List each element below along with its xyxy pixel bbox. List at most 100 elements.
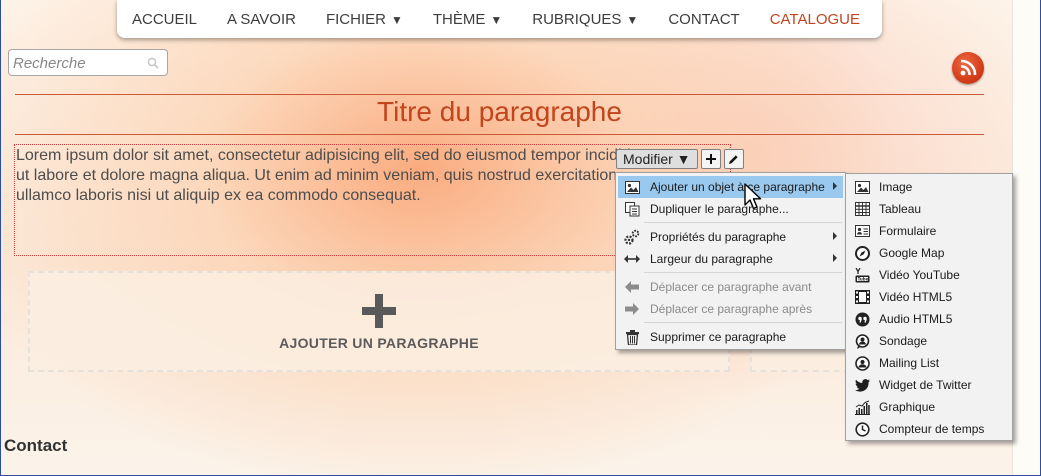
pencil-icon [729,154,738,164]
image-icon [624,179,640,195]
submenu-item-label: Vidéo HTML5 [879,290,953,304]
submenu-arrow-icon [833,254,837,262]
mailing-list-icon [854,355,870,371]
plus-icon [705,154,716,164]
menu-item-label: Ajouter un objet à ce paragraphe [650,180,825,194]
caret-down-icon: ▼ [490,12,503,27]
nav-item-rubriques[interactable]: RUBRIQUES ▼ [532,11,638,28]
submenu-item-tableau[interactable]: Tableau [848,198,1010,220]
submenu-item-audio-html5[interactable]: Audio HTML5 [848,308,1010,330]
menu-item-width[interactable]: Largeur du paragraphe [618,248,843,270]
submenu-item-formulaire[interactable]: Formulaire [848,220,1010,242]
paragraph-context-menu: Ajouter un objet à ce paragraphe Dupliqu… [615,172,846,350]
submenu-item-label: Graphique [879,400,936,414]
menu-item-label: Déplacer ce paragraphe après [650,302,813,316]
submenu-item-label: Vidéo YouTube [879,268,960,282]
quote-icon [854,311,870,327]
modifier-button[interactable]: Modifier ▼ [616,149,698,169]
right-side-panel [1012,0,1041,476]
submenu-item-label: Sondage [879,334,928,348]
menu-item-properties[interactable]: Propriétés du paragraphe [618,226,843,248]
nav-item-fichier[interactable]: FICHIER ▼ [326,11,403,28]
twitter-icon [854,377,870,393]
submenu-item-label: Widget de Twitter [879,378,972,392]
edit-pencil-button[interactable] [723,149,744,169]
submenu-item-label: Formulaire [879,224,937,238]
menu-separator [644,322,842,323]
rss-icon[interactable] [952,52,984,84]
nav-label: FICHIER [325,10,386,28]
menu-item-label: Largeur du paragraphe [650,252,773,266]
youtube-icon: Tube [854,267,870,283]
submenu-item-twitter[interactable]: Widget de Twitter [848,374,1010,396]
submenu-item-mailing-list[interactable]: Mailing List [848,352,1010,374]
submenu-item-compteur[interactable]: Compteur de temps [848,418,1010,440]
search-box [8,49,168,76]
submenu-item-video-youtube[interactable]: Tube Vidéo YouTube [848,264,1010,286]
submenu-item-video-html5[interactable]: Vidéo HTML5 [848,286,1010,308]
menu-separator [644,222,842,223]
width-arrows-icon [624,251,640,267]
menu-item-label: Supprimer ce paragraphe [650,330,787,344]
submenu-item-google-map[interactable]: Google Map [848,242,1010,264]
gears-icon [624,229,640,245]
compass-icon [854,245,870,261]
table-icon [854,201,870,217]
menu-item-move-before[interactable]: Déplacer ce paragraphe avant [618,276,843,298]
arrow-left-icon [624,279,640,295]
form-icon [854,223,870,239]
menu-item-delete[interactable]: Supprimer ce paragraphe [618,326,843,348]
divider-top [15,94,984,95]
menu-item-move-after[interactable]: Déplacer ce paragraphe après [618,298,843,320]
duplicate-icon [624,201,640,217]
divider-bottom [15,134,984,135]
menu-item-add-object[interactable]: Ajouter un objet à ce paragraphe [618,176,843,198]
caret-down-icon: ▼ [390,12,403,27]
menu-item-duplicate[interactable]: Dupliquer le paragraphe... [618,198,843,220]
submenu-item-sondage[interactable]: Sondage [848,330,1010,352]
mouse-cursor-icon [744,183,762,216]
submenu-item-label: Image [879,180,913,194]
submenu-item-label: Tableau [879,202,922,216]
add-plus-icon[interactable] [362,294,396,333]
menu-item-label: Déplacer ce paragraphe avant [650,280,812,294]
film-icon [854,289,870,305]
nav-item-theme[interactable]: THÈME ▼ [433,11,502,28]
submenu-item-label: Compteur de temps [879,422,985,436]
submenu-item-label: Audio HTML5 [879,312,953,326]
search-icon[interactable] [147,56,159,74]
nav-label: THÈME [432,10,486,28]
picture-icon [854,179,870,195]
nav-label: RUBRIQUES [532,10,622,28]
top-navigation: ACCUEIL A SAVOIR FICHIER ▼ THÈME ▼ RUBRIQU… [117,0,882,38]
menu-item-label: Dupliquer le paragraphe... [650,202,789,216]
trash-icon [624,329,640,345]
nav-item-a-savoir[interactable]: A SAVOIR [227,11,296,28]
arrow-right-icon [624,301,640,317]
submenu-arrow-icon [833,182,837,190]
paragraph-title[interactable]: Titre du paragraphe [15,96,984,128]
chart-icon [854,399,870,415]
add-object-submenu: Image Tableau Formulaire Google Map Tube… [845,173,1013,441]
clock-icon [854,421,870,437]
submenu-item-image[interactable]: Image [848,176,1010,198]
submenu-item-label: Mailing List [879,356,940,370]
nav-label: A SAVOIR [227,10,296,28]
nav-label: ACCUEIL [132,10,198,28]
nav-item-accueil[interactable]: ACCUEIL [132,11,197,28]
submenu-arrow-icon [833,232,837,240]
search-input[interactable] [13,53,143,73]
submenu-item-label: Google Map [879,246,945,260]
menu-separator [644,272,842,273]
caret-down-icon: ▼ [626,12,639,27]
paragraph-toolbar: Modifier ▼ [616,149,744,169]
add-plus-button[interactable] [700,149,721,169]
menu-item-label: Propriétés du paragraphe [650,230,787,244]
nav-item-contact[interactable]: CONTACT [668,11,739,28]
nav-item-catalogue[interactable]: CATALOGUE [770,11,860,28]
submenu-item-graphique[interactable]: Graphique [848,396,1010,418]
poll-icon [854,333,870,349]
nav-label: CONTACT [668,10,740,28]
contact-heading: Contact [4,436,68,455]
svg-text:Tube: Tube [857,276,868,281]
